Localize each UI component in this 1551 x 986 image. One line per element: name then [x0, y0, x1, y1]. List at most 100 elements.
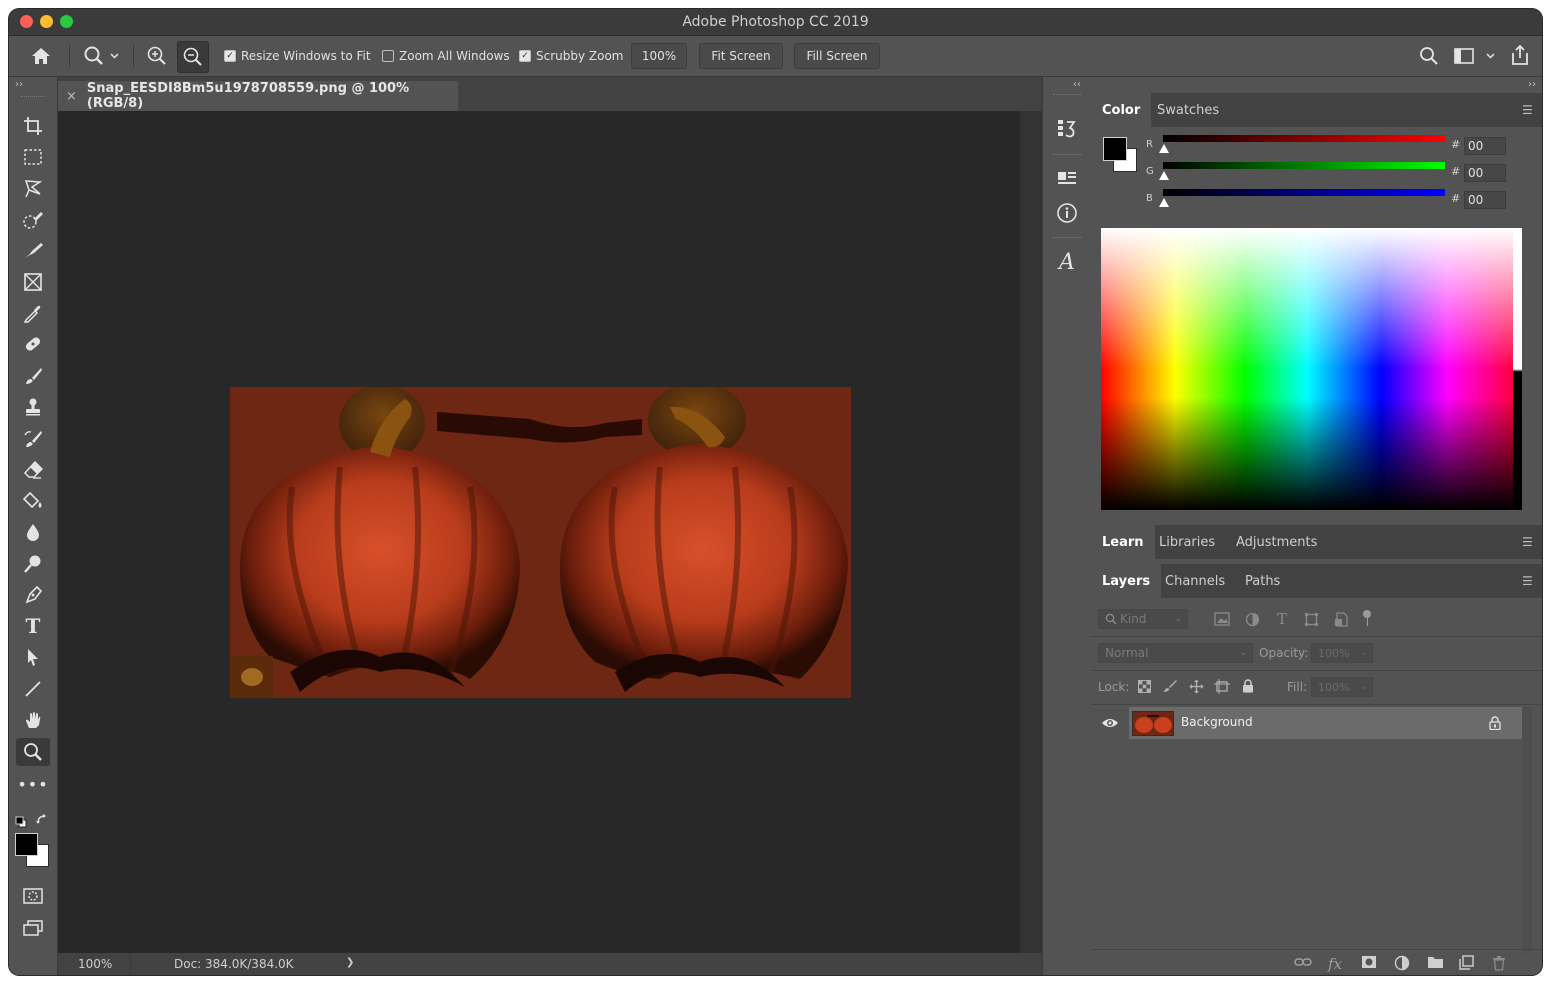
expand-toolbar-icon[interactable]: ››	[15, 79, 23, 90]
hand-tool-icon[interactable]	[16, 706, 50, 734]
layer-row-background[interactable]: Background	[1091, 707, 1542, 739]
dodge-tool-icon[interactable]	[16, 550, 50, 578]
filter-type-icon[interactable]: T	[1273, 610, 1291, 628]
blur-tool-icon[interactable]	[16, 518, 50, 546]
red-slider[interactable]	[1163, 135, 1445, 142]
home-icon[interactable]	[28, 45, 54, 67]
tab-paths[interactable]: Paths	[1234, 564, 1291, 598]
learn-panel-menu-icon[interactable]: ☰	[1522, 535, 1534, 549]
pen-brush-tool-icon[interactable]	[16, 237, 50, 265]
screen-mode-icon[interactable]	[16, 914, 50, 942]
history-panel-icon[interactable]	[1053, 115, 1081, 143]
document-image[interactable]	[230, 387, 851, 698]
lock-all-icon[interactable]	[1240, 678, 1256, 694]
search-icon[interactable]	[1418, 45, 1440, 67]
zoom-out-icon[interactable]	[177, 41, 209, 73]
zoom-in-icon[interactable]	[145, 45, 169, 67]
opacity-field[interactable]: 100% ⌄	[1311, 643, 1373, 663]
default-colors-icon[interactable]	[15, 813, 27, 828]
delete-layer-icon[interactable]	[1492, 955, 1506, 975]
layer-name[interactable]: Background	[1181, 715, 1253, 729]
type-tool-icon[interactable]: T	[16, 612, 50, 640]
tab-learn[interactable]: Learn	[1091, 525, 1155, 559]
history-brush-tool-icon[interactable]	[16, 425, 50, 453]
zoom-tool-preset-icon[interactable]	[81, 44, 121, 68]
color-panel-foreground-swatch[interactable]	[1103, 137, 1127, 161]
blue-slider[interactable]	[1163, 189, 1445, 196]
color-spectrum[interactable]	[1101, 228, 1513, 510]
filter-smart-object-icon[interactable]	[1332, 611, 1350, 627]
zoom-tool-icon[interactable]	[16, 738, 50, 766]
eyedropper-tool-icon[interactable]	[16, 299, 50, 327]
green-slider[interactable]	[1163, 162, 1445, 169]
red-slider-handle[interactable]	[1159, 144, 1169, 153]
canvas-area[interactable]	[58, 111, 1020, 953]
close-document-icon[interactable]: ×	[66, 89, 77, 104]
new-adjustment-layer-icon[interactable]	[1394, 955, 1410, 975]
layer-visibility-eye-icon[interactable]	[1101, 715, 1119, 729]
quick-selection-tool-icon[interactable]	[16, 206, 50, 234]
collapse-panels-icon[interactable]: ‹‹	[1073, 79, 1081, 90]
quick-mask-icon[interactable]	[16, 882, 50, 910]
status-zoom[interactable]: 100%	[78, 957, 112, 971]
green-slider-handle[interactable]	[1159, 171, 1169, 180]
layer-lock-icon[interactable]	[1489, 715, 1501, 731]
filter-shape-icon[interactable]	[1302, 611, 1320, 627]
layers-scrollbar[interactable]	[1522, 707, 1532, 953]
zoom-percent-field[interactable]: 100%	[631, 43, 687, 69]
green-value-field[interactable]: 00	[1464, 164, 1506, 182]
tab-libraries[interactable]: Libraries	[1148, 525, 1226, 559]
status-menu-arrow-icon[interactable]: ❯	[346, 957, 354, 968]
add-mask-icon[interactable]	[1361, 955, 1377, 973]
filter-adjustment-icon[interactable]	[1243, 611, 1261, 627]
filter-toggle-icon[interactable]	[1363, 610, 1371, 618]
red-value-field[interactable]: 00	[1464, 137, 1506, 155]
tab-color[interactable]: Color	[1091, 93, 1152, 127]
pen-tool-icon[interactable]	[16, 581, 50, 609]
lock-position-icon[interactable]	[1188, 678, 1204, 694]
paint-bucket-tool-icon[interactable]	[16, 487, 50, 515]
lock-transparent-pixels-icon[interactable]	[1136, 678, 1152, 694]
scrubby-zoom-checkbox[interactable]: ✓ Scrubby Zoom	[519, 49, 624, 63]
tab-layers[interactable]: Layers	[1091, 564, 1162, 598]
marquee-tool-icon[interactable]	[16, 143, 50, 171]
fill-field[interactable]: 100% ⌄	[1311, 677, 1373, 697]
new-group-icon[interactable]	[1427, 955, 1444, 973]
canvas-vertical-scrollbar[interactable]	[1020, 111, 1042, 953]
layer-effects-icon[interactable]: fx	[1328, 955, 1342, 973]
frame-tool-icon[interactable]	[16, 268, 50, 296]
properties-panel-icon[interactable]	[1053, 164, 1081, 192]
new-layer-icon[interactable]	[1459, 955, 1474, 974]
link-layers-icon[interactable]	[1294, 955, 1312, 973]
zoom-all-windows-checkbox[interactable]: Zoom All Windows	[382, 49, 510, 63]
swap-colors-icon[interactable]	[35, 812, 49, 826]
blue-value-field[interactable]: 00	[1464, 191, 1506, 209]
blue-slider-handle[interactable]	[1159, 198, 1169, 207]
healing-brush-tool-icon[interactable]	[16, 330, 50, 358]
clone-stamp-tool-icon[interactable]	[16, 393, 50, 421]
workspace-switcher-icon[interactable]	[1453, 45, 1497, 67]
strip-grip[interactable]	[1053, 94, 1081, 97]
expand-panels-icon[interactable]: ››	[1528, 79, 1536, 90]
fill-screen-button[interactable]: Fill Screen	[794, 43, 880, 69]
tab-channels[interactable]: Channels	[1154, 564, 1236, 598]
layers-panel-menu-icon[interactable]: ☰	[1522, 574, 1534, 588]
blend-mode-select[interactable]: Normal ⌄	[1098, 643, 1253, 663]
lock-artboard-icon[interactable]	[1214, 678, 1230, 694]
document-tab[interactable]: × Snap_EESDI8Bm5u1978708559.png @ 100% (…	[58, 81, 458, 111]
color-panel-menu-icon[interactable]: ☰	[1522, 103, 1534, 117]
eraser-tool-icon[interactable]	[16, 456, 50, 484]
resize-windows-checkbox[interactable]: ✓ Resize Windows to Fit	[224, 49, 371, 63]
lock-image-pixels-icon[interactable]	[1162, 678, 1178, 694]
glyphs-panel-icon[interactable]: A	[1053, 248, 1081, 276]
crop-tool-icon[interactable]	[16, 112, 50, 140]
info-panel-icon[interactable]	[1053, 199, 1081, 227]
toolbar-grip[interactable]	[21, 96, 45, 100]
fit-screen-button[interactable]: Fit Screen	[699, 43, 783, 69]
brush-tool-icon[interactable]	[16, 362, 50, 390]
share-icon[interactable]	[1508, 43, 1532, 67]
line-tool-icon[interactable]	[16, 675, 50, 703]
grayscale-ramp[interactable]	[1513, 228, 1522, 510]
tab-swatches[interactable]: Swatches	[1146, 93, 1230, 127]
filter-pixel-icon[interactable]	[1213, 611, 1231, 627]
